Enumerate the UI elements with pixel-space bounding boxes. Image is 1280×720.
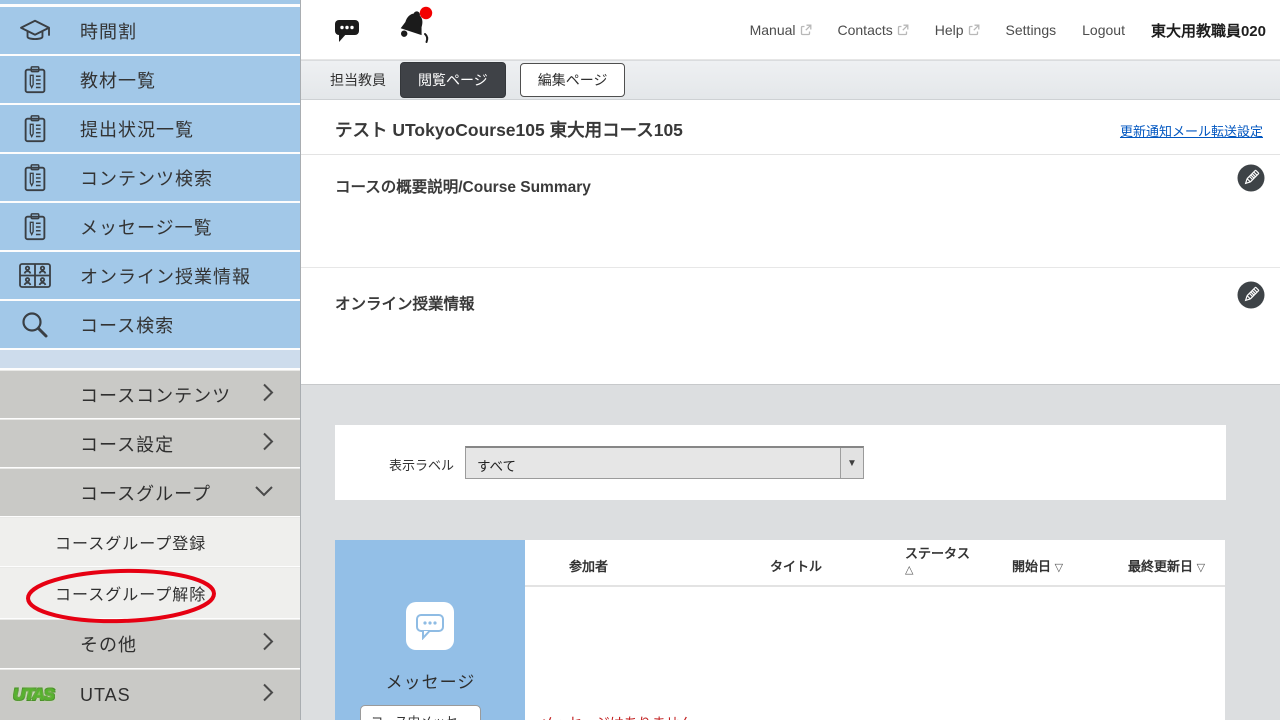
display-label-caption: 表示ラベル: [389, 455, 454, 474]
message-icon-card: [406, 602, 454, 650]
message-panel-label: メッセージ: [335, 668, 526, 693]
tab-strip: 担当教員 閲覧ページ 編集ページ: [301, 60, 1280, 100]
course-message-button[interactable]: コース内メッセー: [360, 705, 481, 720]
sidebar-item-online-class-info[interactable]: オンライン授業情報: [0, 252, 300, 299]
course-title-bar: テスト UTokyoCourse105 東大用コース105 更新通知メール転送設…: [301, 100, 1280, 155]
section-heading: コースの概要説明/Course Summary: [335, 175, 591, 197]
clipboard-icon: [17, 211, 53, 243]
column-header-last-updated[interactable]: 最終更新日 ▽: [1128, 556, 1205, 575]
role-label: 担当教員: [330, 70, 386, 90]
notification-dot: [420, 7, 432, 19]
sidebar-item-label: メッセージ一覧: [80, 214, 213, 240]
edit-pencil-icon[interactable]: [1237, 281, 1265, 314]
external-link-icon: [968, 24, 980, 36]
tab-view-page[interactable]: 閲覧ページ: [400, 62, 506, 98]
column-header-participants[interactable]: 参加者: [569, 556, 608, 575]
chevron-down-icon: [254, 484, 274, 502]
chat-bubble-outline-icon: [415, 613, 445, 640]
sidebar-item-label: 提出状況一覧: [80, 116, 194, 142]
settings-link-label: Settings: [1006, 22, 1057, 38]
sidebar-item-label: オンライン授業情報: [80, 263, 251, 289]
logout-link-label: Logout: [1082, 22, 1125, 38]
chevron-right-icon: [262, 431, 274, 456]
sidebar-item-timetable[interactable]: 時間割: [0, 7, 300, 54]
manual-link[interactable]: Manual: [750, 22, 812, 38]
sidebar-item-course-settings[interactable]: コース設定: [0, 419, 300, 467]
sidebar-item-course-search[interactable]: コース検索: [0, 301, 300, 348]
search-icon: [17, 310, 53, 340]
help-link[interactable]: Help: [935, 22, 980, 38]
sidebar-item-label: コースグループ解除: [55, 581, 206, 605]
sidebar-item-content-search[interactable]: コンテンツ検索: [0, 154, 300, 201]
course-summary-section: コースの概要説明/Course Summary: [301, 155, 1280, 268]
manual-link-label: Manual: [750, 22, 796, 38]
clipboard-icon: [17, 162, 53, 194]
sidebar-item-utas[interactable]: UTAS UTAS: [0, 669, 300, 720]
clipboard-icon: [17, 64, 53, 96]
message-table: 参加者 タイトル ステータス△ 開始日 ▽ 最終更新日 ▽ メッセージはありませ…: [525, 540, 1225, 720]
tab-edit-page[interactable]: 編集ページ: [520, 63, 626, 97]
column-header-start-date[interactable]: 開始日 ▽: [1012, 556, 1063, 575]
notification-forward-settings-link[interactable]: 更新通知メール転送設定: [1120, 121, 1263, 140]
logout-link[interactable]: Logout: [1082, 22, 1125, 38]
sidebar-item-label: 時間割: [80, 18, 137, 44]
dropdown-arrow-icon[interactable]: ▼: [840, 448, 863, 478]
label-filter-card: 表示ラベル すべて ▼: [335, 425, 1226, 500]
topbar: Manual Contacts Help Settings Logout 東大用…: [301, 0, 1280, 60]
external-link-icon: [800, 24, 812, 36]
sidebar-item-course-group-register[interactable]: コースグループ登録: [0, 517, 300, 566]
sidebar-item-others[interactable]: その他: [0, 619, 300, 668]
username: 東大用教職員020: [1151, 20, 1266, 41]
edit-pencil-icon[interactable]: [1237, 164, 1265, 197]
message-panel[interactable]: メッセージ コース内メッセー: [335, 540, 526, 720]
chevron-right-icon: [262, 382, 274, 407]
sidebar-item-label: 教材一覧: [80, 67, 156, 93]
sidebar-item-label: コース検索: [80, 312, 174, 338]
help-link-label: Help: [935, 22, 964, 38]
sidebar-item-label: UTAS: [80, 685, 131, 706]
sidebar: 時間割 教材一覧 提出状況一覧 コンテンツ検索 メッセージ一覧 オンライン授業情…: [0, 0, 300, 720]
chevron-right-icon: [262, 632, 274, 657]
sidebar-item-label: コンテンツ検索: [80, 165, 213, 191]
notification-bell-icon[interactable]: [394, 6, 434, 53]
sidebar-separator-strip: [0, 350, 300, 368]
section-heading: オンライン授業情報: [335, 292, 475, 314]
column-header-status[interactable]: ステータス△: [905, 546, 970, 578]
sort-up-icon: △: [905, 564, 913, 576]
settings-link[interactable]: Settings: [1006, 22, 1057, 38]
external-link-icon: [897, 24, 909, 36]
online-class-info-section: オンライン授業情報: [301, 268, 1280, 385]
sidebar-item-label: コースコンテンツ: [80, 382, 231, 408]
sidebar-item-submissions[interactable]: 提出状況一覧: [0, 105, 300, 152]
utas-logo-icon: UTAS: [13, 685, 54, 705]
sort-down-icon: ▽: [1197, 562, 1205, 574]
clipboard-icon: [17, 113, 53, 145]
select-value: すべて: [477, 455, 516, 475]
contacts-link-label: Contacts: [838, 22, 893, 38]
main-content: Manual Contacts Help Settings Logout 東大用…: [300, 0, 1280, 720]
chat-bubble-icon[interactable]: [333, 16, 360, 48]
sidebar-item-course-group[interactable]: コースグループ: [0, 468, 300, 516]
sort-down-icon: ▽: [1055, 562, 1063, 574]
label-filter-select[interactable]: すべて ▼: [465, 446, 864, 479]
sidebar-item-label: コースグループ: [80, 480, 211, 506]
chevron-right-icon: [262, 683, 274, 708]
sidebar-item-label: その他: [80, 631, 137, 657]
sidebar-top-sliver: [0, 0, 300, 4]
sidebar-item-label: コースグループ登録: [55, 530, 206, 554]
sidebar-item-course-group-release[interactable]: コースグループ解除: [0, 567, 300, 618]
sidebar-item-materials[interactable]: 教材一覧: [0, 56, 300, 103]
clipped-empty-message-text: メッセージはありません。: [540, 713, 707, 720]
sidebar-item-course-contents[interactable]: コースコンテンツ: [0, 370, 300, 418]
message-table-header: 参加者 タイトル ステータス△ 開始日 ▽ 最終更新日 ▽: [525, 540, 1225, 587]
sidebar-item-label: コース設定: [80, 431, 174, 457]
graduation-cap-icon: [17, 17, 53, 45]
page-title: テスト UTokyoCourse105 東大用コース105: [335, 117, 683, 142]
meeting-grid-icon: [17, 262, 53, 289]
column-header-title[interactable]: タイトル: [770, 556, 822, 575]
topbar-nav: Manual Contacts Help Settings Logout 東大用…: [750, 0, 1266, 60]
sidebar-item-message-list[interactable]: メッセージ一覧: [0, 203, 300, 250]
contacts-link[interactable]: Contacts: [838, 22, 909, 38]
